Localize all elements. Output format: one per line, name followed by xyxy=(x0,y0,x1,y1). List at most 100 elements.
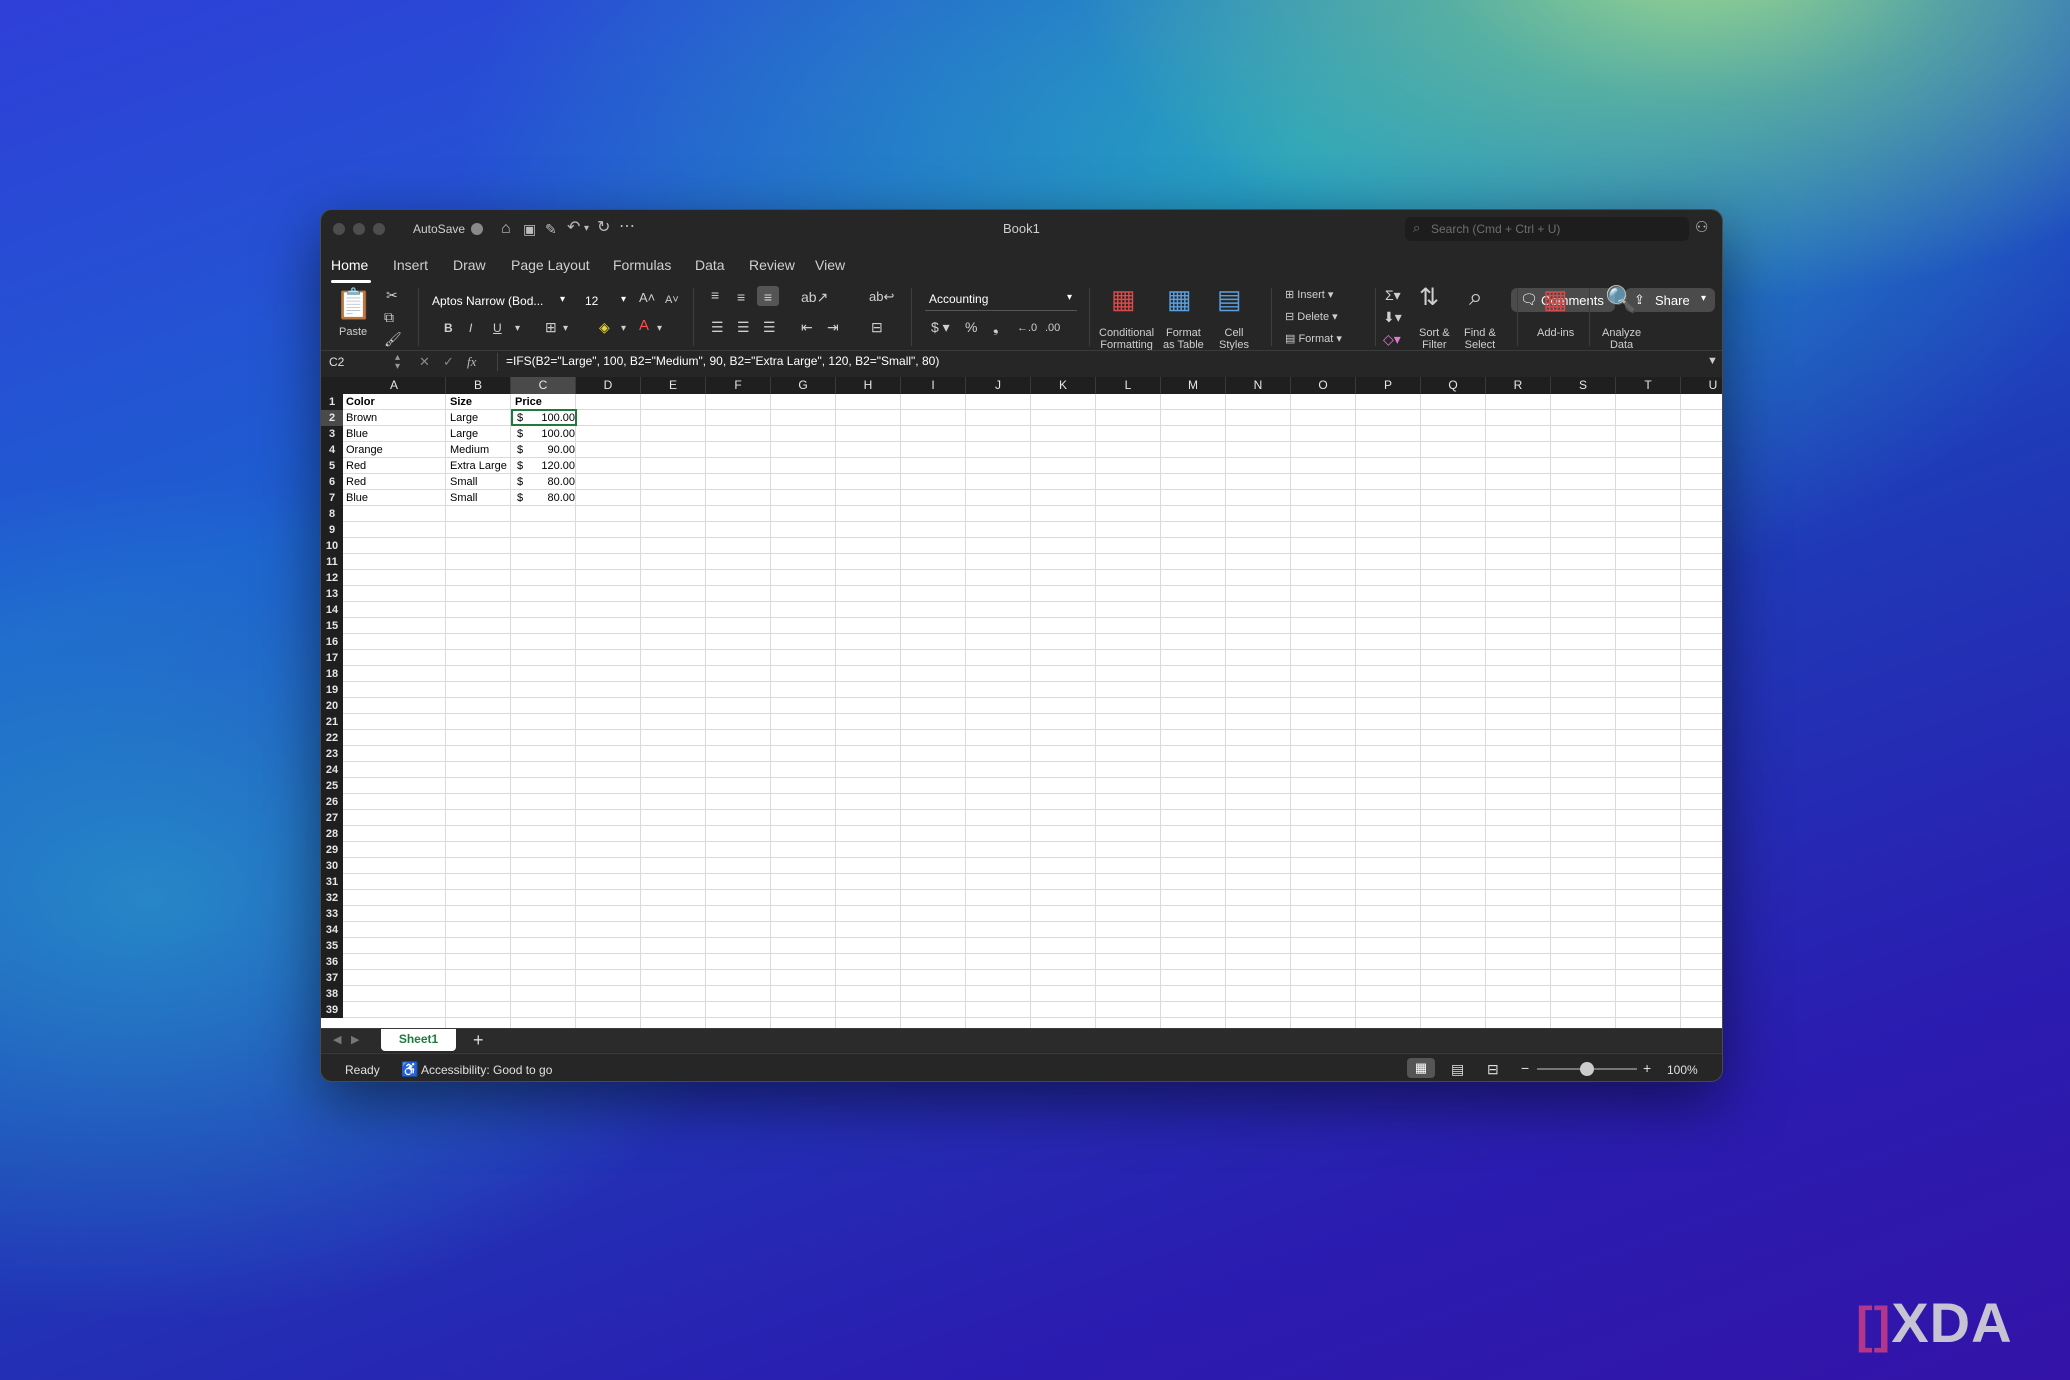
cell-c6-value[interactable]: 80.00 xyxy=(537,474,575,490)
cell-b2[interactable]: Large xyxy=(450,410,478,426)
font-color-dropdown-icon[interactable]: ▾ xyxy=(657,322,662,336)
format-as-table-icon[interactable]: ▦ xyxy=(1167,286,1192,312)
more-icon[interactable]: ⋯ xyxy=(619,219,635,235)
clear-icon[interactable]: ◇▾ xyxy=(1383,332,1401,346)
page-break-view-icon[interactable]: ⊟ xyxy=(1487,1061,1499,1078)
cell-c3-value[interactable]: 100.00 xyxy=(537,426,575,442)
sort-filter-icon[interactable]: ⇅ xyxy=(1419,286,1439,310)
column-header-s[interactable]: S xyxy=(1551,377,1616,394)
row-header-6[interactable]: 6 xyxy=(321,474,343,490)
fx-icon[interactable]: fx xyxy=(467,354,476,370)
column-header-n[interactable]: N xyxy=(1226,377,1291,394)
header-color[interactable]: Color xyxy=(346,394,375,410)
select-all-corner[interactable] xyxy=(321,377,343,394)
merge-center-icon[interactable]: ⊟ xyxy=(871,320,883,334)
row-header-5[interactable]: 5 xyxy=(321,458,343,474)
find-select-icon[interactable]: ⌕ xyxy=(1469,286,1482,310)
column-header-d[interactable]: D xyxy=(576,377,641,394)
number-format-select[interactable]: Accounting ▾ xyxy=(925,292,1077,311)
percent-icon[interactable]: % xyxy=(965,320,977,334)
row-header-8[interactable]: 8 xyxy=(321,506,343,522)
spreadsheet-grid[interactable]: ABCDEFGHIJKLMNOPQRSTU Color Size Price B… xyxy=(321,377,1722,1028)
tab-home[interactable]: Home xyxy=(331,257,368,273)
format-painter-icon[interactable]: 🖌 xyxy=(384,332,402,346)
align-center-icon[interactable]: ☰ xyxy=(737,320,750,334)
column-header-j[interactable]: J xyxy=(966,377,1031,394)
row-header-31[interactable]: 31 xyxy=(321,874,343,890)
cell-styles-icon[interactable]: ▤ xyxy=(1217,286,1242,312)
bold-icon[interactable]: B xyxy=(444,321,453,335)
accessibility-icon[interactable]: ♿ xyxy=(401,1061,418,1078)
tab-data[interactable]: Data xyxy=(695,257,725,273)
edit-save-icon[interactable]: ✎ xyxy=(545,221,557,237)
font-color-icon[interactable]: A xyxy=(639,318,649,333)
align-left-icon[interactable]: ☰ xyxy=(711,320,724,334)
home-icon[interactable]: ⌂ xyxy=(501,221,511,237)
borders-icon[interactable]: ⊞ xyxy=(545,320,557,334)
borders-dropdown-icon[interactable]: ▾ xyxy=(563,322,568,336)
search-input[interactable]: ⌕ Search (Cmd + Ctrl + U) xyxy=(1405,217,1689,241)
row-header-22[interactable]: 22 xyxy=(321,730,343,746)
underline-dropdown-icon[interactable]: ▾ xyxy=(515,322,520,336)
cell-c7-value[interactable]: 80.00 xyxy=(537,490,575,506)
column-header-k[interactable]: K xyxy=(1031,377,1096,394)
row-header-15[interactable]: 15 xyxy=(321,618,343,634)
conditional-formatting-icon[interactable]: ▦ xyxy=(1111,286,1136,312)
next-sheet-icon[interactable]: ▶ xyxy=(351,1033,359,1046)
page-layout-view-icon[interactable]: ▤ xyxy=(1451,1061,1464,1078)
cell-a2[interactable]: Brown xyxy=(346,410,377,426)
tab-insert[interactable]: Insert xyxy=(393,257,428,273)
minimize-window-button[interactable] xyxy=(353,223,365,235)
row-header-1[interactable]: 1 xyxy=(321,394,343,410)
column-header-p[interactable]: P xyxy=(1356,377,1421,394)
close-window-button[interactable] xyxy=(333,223,345,235)
cancel-icon[interactable]: ✕ xyxy=(419,354,430,370)
column-header-l[interactable]: L xyxy=(1096,377,1161,394)
row-header-16[interactable]: 16 xyxy=(321,634,343,650)
column-header-t[interactable]: T xyxy=(1616,377,1681,394)
column-header-b[interactable]: B xyxy=(446,377,511,394)
undo-icon[interactable]: ↶ xyxy=(567,220,580,236)
comma-style-icon[interactable]: ❟ xyxy=(993,320,999,334)
row-header-36[interactable]: 36 xyxy=(321,954,343,970)
decrease-decimal-icon[interactable]: .00 xyxy=(1045,321,1060,335)
column-header-r[interactable]: R xyxy=(1486,377,1551,394)
column-header-u[interactable]: U xyxy=(1681,377,1722,394)
decrease-font-icon[interactable]: A˅ xyxy=(665,293,679,307)
name-box-stepper-icon[interactable]: ▴ ▾ xyxy=(395,353,400,372)
row-header-11[interactable]: 11 xyxy=(321,554,343,570)
row-header-34[interactable]: 34 xyxy=(321,922,343,938)
row-header-33[interactable]: 33 xyxy=(321,906,343,922)
row-header-26[interactable]: 26 xyxy=(321,794,343,810)
increase-decimal-icon[interactable]: ←.0 xyxy=(1017,321,1037,335)
header-size[interactable]: Size xyxy=(450,394,472,410)
row-header-28[interactable]: 28 xyxy=(321,826,343,842)
row-header-2[interactable]: 2 xyxy=(321,410,343,426)
cell-a5[interactable]: Red xyxy=(346,458,366,474)
save-icon[interactable]: ▣ xyxy=(523,221,536,237)
row-header-35[interactable]: 35 xyxy=(321,938,343,954)
paste-icon[interactable]: 📋 xyxy=(335,290,372,320)
row-header-3[interactable]: 3 xyxy=(321,426,343,442)
fill-color-icon[interactable]: ◈ xyxy=(599,320,610,334)
italic-icon[interactable]: I xyxy=(469,321,472,335)
align-bottom-icon[interactable]: ≡ xyxy=(757,286,779,306)
row-header-38[interactable]: 38 xyxy=(321,986,343,1002)
tab-page-layout[interactable]: Page Layout xyxy=(511,257,590,273)
column-header-a[interactable]: A xyxy=(343,377,446,394)
row-header-20[interactable]: 20 xyxy=(321,698,343,714)
row-header-29[interactable]: 29 xyxy=(321,842,343,858)
fill-icon[interactable]: ⬇▾ xyxy=(1383,310,1402,324)
cut-icon[interactable]: ✂ xyxy=(386,288,398,302)
insert-cells-button[interactable]: ⊞ Insert ▾ xyxy=(1285,288,1333,302)
cell-c4-value[interactable]: 90.00 xyxy=(537,442,575,458)
previous-sheet-icon[interactable]: ◀ xyxy=(333,1033,341,1046)
copy-icon[interactable]: ⧉ xyxy=(384,310,394,324)
cell-a6[interactable]: Red xyxy=(346,474,366,490)
row-header-18[interactable]: 18 xyxy=(321,666,343,682)
column-header-o[interactable]: O xyxy=(1291,377,1356,394)
align-middle-icon[interactable]: ≡ xyxy=(737,290,745,304)
cell-a7[interactable]: Blue xyxy=(346,490,368,506)
align-top-icon[interactable]: ≡ xyxy=(711,288,719,302)
row-header-14[interactable]: 14 xyxy=(321,602,343,618)
